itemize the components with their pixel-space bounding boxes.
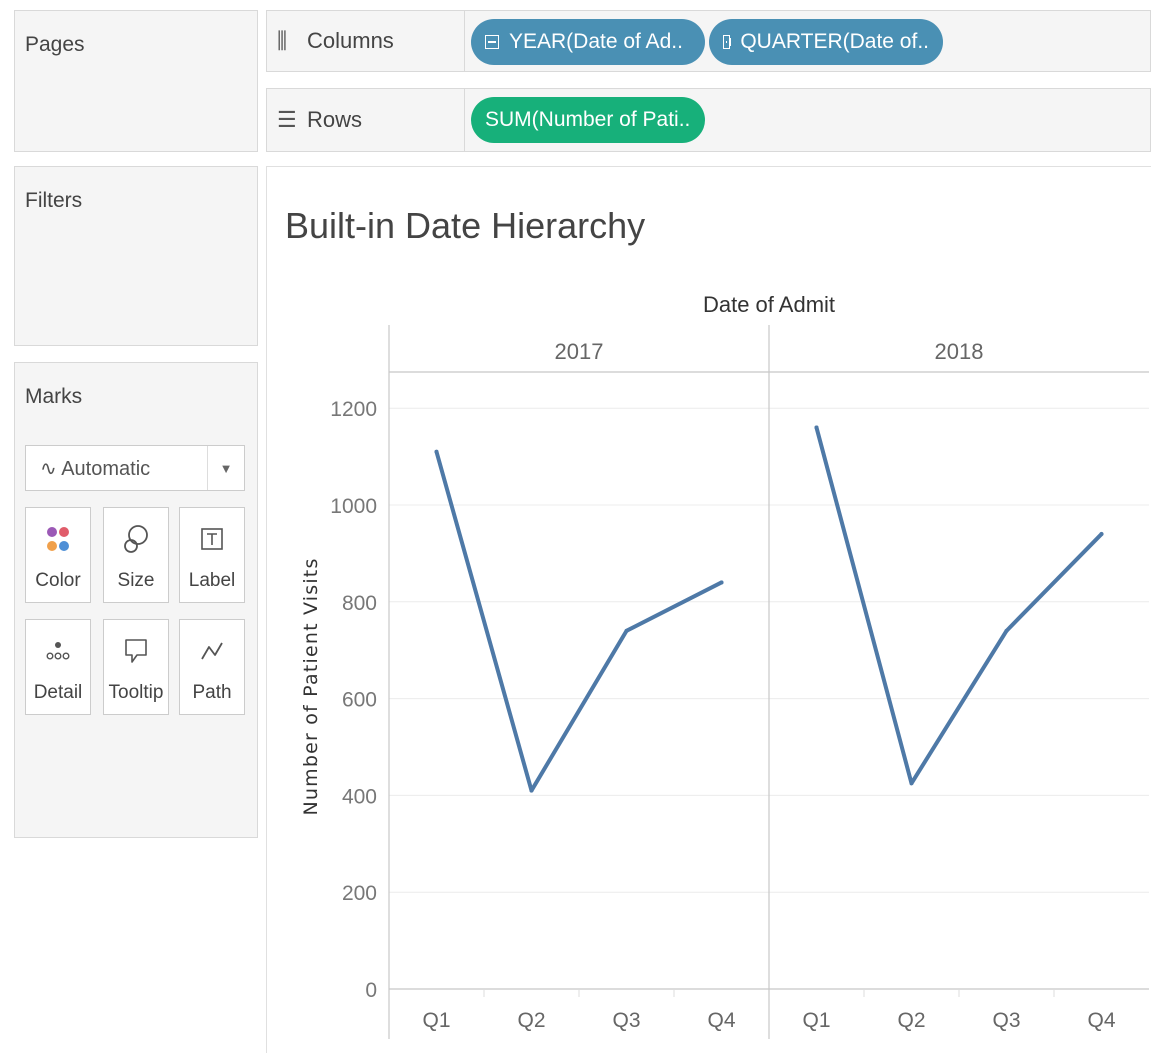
y-tick-label: 0	[365, 979, 377, 1002]
mark-type-dropdown[interactable]: ∿ Automatic ▼	[25, 445, 245, 491]
color-button[interactable]: Color	[25, 507, 91, 603]
data-point-2017-Q2	[529, 788, 534, 793]
x-tick-label-Q4: Q4	[1087, 1009, 1115, 1032]
path-button[interactable]: Path	[179, 619, 245, 715]
data-point-2018-Q1	[814, 425, 819, 430]
x-tick-label-Q1: Q1	[422, 1009, 450, 1032]
x-tick-label-Q4: Q4	[707, 1009, 735, 1032]
data-point-2018-Q2	[909, 781, 914, 786]
columns-label-text: Columns	[307, 28, 394, 53]
y-tick-label: 400	[342, 785, 377, 808]
pages-title: Pages	[25, 33, 85, 56]
marks-card: Marks ∿ Automatic ▼ Color Size Label Det…	[14, 362, 258, 838]
detail-button[interactable]: Detail	[25, 619, 91, 715]
label-icon	[180, 522, 244, 556]
filters-title: Filters	[25, 189, 83, 212]
x-tick-label-Q2: Q2	[517, 1009, 545, 1032]
chevron-down-icon[interactable]: ▼	[207, 446, 244, 490]
tooltip-icon	[104, 634, 168, 668]
year-pill[interactable]: YEAR(Date of Ad..	[471, 19, 705, 65]
columns-shelf[interactable]: ⫼ Columns YEAR(Date of Ad.. QUARTER(Date…	[266, 10, 1151, 72]
series-line-2018	[814, 425, 1104, 786]
marks-title: Marks	[25, 385, 83, 408]
detail-icon	[26, 634, 90, 668]
quarter-pill[interactable]: QUARTER(Date of..	[709, 19, 943, 65]
mark-type-value: ∿ Automatic	[40, 456, 150, 481]
y-tick-label: 1000	[330, 495, 377, 518]
columns-icon: ⫼	[277, 28, 288, 53]
data-point-2017-Q3	[624, 628, 629, 633]
x-tick-label-Q3: Q3	[992, 1009, 1020, 1032]
rows-shelf-label: ☰ Rows	[267, 89, 465, 151]
detail-label: Detail	[33, 682, 83, 703]
y-tick-label: 800	[342, 592, 377, 615]
expand-icon[interactable]	[723, 35, 731, 49]
x-tick-label-Q2: Q2	[897, 1009, 925, 1032]
color-dots-icon	[26, 522, 90, 556]
filters-card[interactable]: Filters	[14, 166, 258, 346]
size-button[interactable]: Size	[103, 507, 169, 603]
color-label: Color	[35, 570, 81, 591]
data-point-2018-Q4	[1099, 532, 1104, 537]
x-tick-label-Q1: Q1	[802, 1009, 830, 1032]
year-pill-text: YEAR(Date of Ad..	[509, 30, 683, 53]
year-header-2017: 2017	[555, 339, 604, 364]
tooltip-button[interactable]: Tooltip	[103, 619, 169, 715]
rows-icon: ☰	[277, 107, 297, 132]
line-mark-icon: ∿	[40, 458, 62, 480]
size-label: Size	[117, 570, 155, 591]
data-point-2018-Q3	[1004, 628, 1009, 633]
sum-pill-text: SUM(Number of Pati..	[485, 108, 691, 131]
path-label: Path	[192, 682, 232, 703]
tooltip-label: Tooltip	[108, 682, 164, 703]
collapse-icon[interactable]	[485, 35, 499, 49]
path-icon	[180, 634, 244, 668]
year-header-2018: 2018	[935, 339, 984, 364]
mark-type-label: Automatic	[61, 458, 151, 480]
y-tick-label: 600	[342, 689, 377, 712]
x-tick-label-Q3: Q3	[612, 1009, 640, 1032]
label-label: Label	[188, 570, 236, 591]
rows-shelf[interactable]: ☰ Rows SUM(Number of Pati..	[266, 88, 1151, 152]
y-axis-label: Number of Patient Visits	[300, 557, 322, 815]
pages-card: Pages	[14, 10, 258, 152]
worksheet-view: Built-in Date Hierarchy Date of Admit 0 20…	[266, 166, 1151, 1053]
quarter-pill-text: QUARTER(Date of..	[740, 30, 929, 53]
sum-patients-pill[interactable]: SUM(Number of Pati..	[471, 97, 705, 143]
data-point-2017-Q4	[719, 580, 724, 585]
size-icon	[104, 522, 168, 556]
line-chart: Date of Admit 0 200 400 600 800 1000 1200 Number…	[300, 292, 1149, 1039]
data-point-2017-Q1	[434, 449, 439, 454]
label-button[interactable]: Label	[179, 507, 245, 603]
columns-shelf-label: ⫼ Columns	[267, 11, 465, 71]
series-line-2017	[434, 449, 724, 793]
column-header: Date of Admit	[703, 292, 835, 317]
rows-label-text: Rows	[307, 107, 363, 132]
y-tick-label: 1200	[330, 398, 377, 421]
y-tick-label: 200	[342, 882, 377, 905]
